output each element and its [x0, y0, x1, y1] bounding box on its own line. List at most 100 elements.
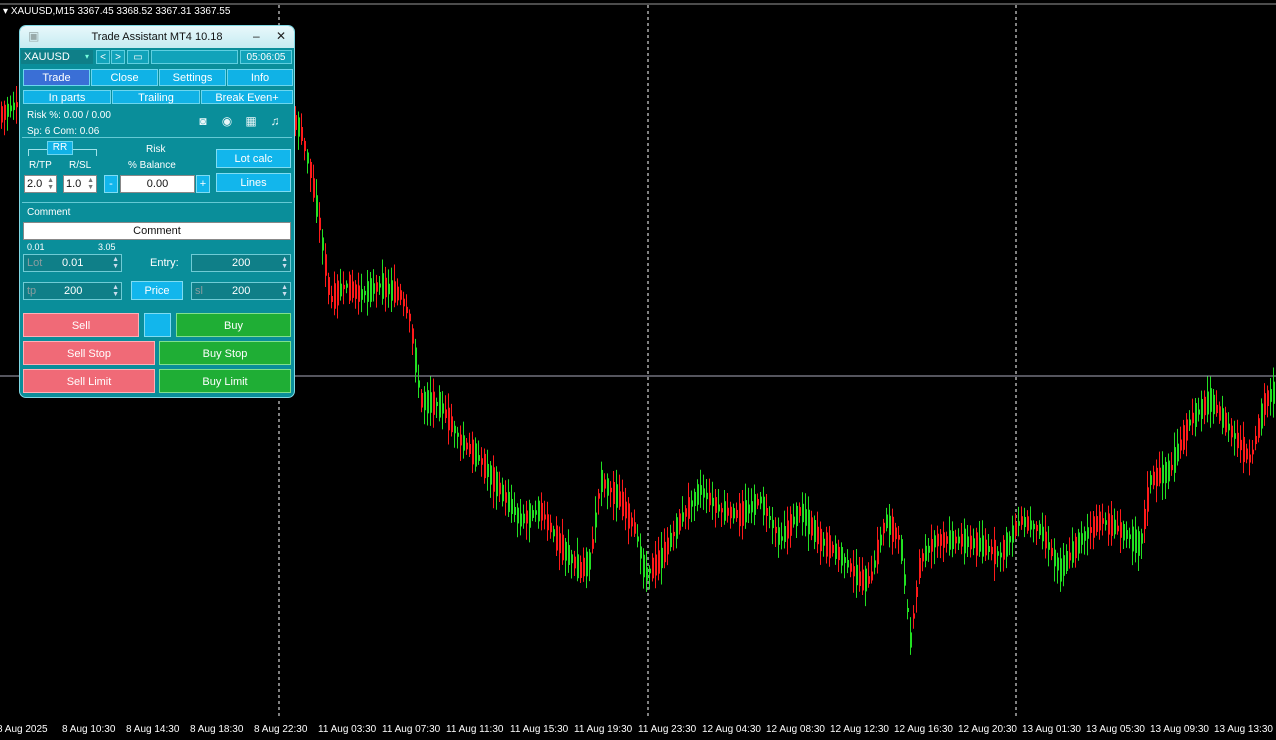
candle-body — [10, 105, 12, 112]
candle-body — [1201, 399, 1203, 419]
sell-stop-button[interactable]: Sell Stop — [23, 341, 155, 365]
lot-input[interactable]: Lot 0.01 ▲ ▼ — [23, 254, 122, 272]
calendar-icon[interactable]: ▦ — [244, 114, 258, 128]
candle-body — [976, 532, 978, 556]
candle-body — [1234, 433, 1236, 439]
tab-break-even[interactable]: Break Even+ — [201, 90, 293, 104]
candle-body — [7, 103, 9, 117]
risk-plus-button[interactable]: + — [196, 175, 210, 193]
candle-body — [988, 546, 990, 552]
candle-body — [709, 492, 711, 506]
candle-body — [1114, 519, 1116, 535]
folder-icon[interactable]: ▭ — [127, 50, 149, 64]
candle-body — [373, 283, 375, 294]
bell-icon[interactable]: ♫ — [268, 114, 282, 128]
candle-body — [844, 557, 846, 563]
candle-body — [757, 499, 759, 506]
candle-body — [1135, 529, 1137, 553]
candle-body — [922, 553, 924, 562]
candle-body — [754, 494, 756, 515]
tab-trailing[interactable]: Trailing — [112, 90, 200, 104]
lot-calc-button[interactable]: Lot calc — [216, 149, 291, 168]
candle-body — [856, 564, 858, 586]
candle-body — [502, 484, 504, 502]
buy-stop-button[interactable]: Buy Stop — [159, 341, 291, 365]
spinner-icon[interactable]: ▲ ▼ — [281, 256, 288, 270]
spinner-icon[interactable]: ▲ ▼ — [47, 177, 54, 191]
candle-body — [556, 525, 558, 551]
candle-body — [682, 512, 684, 522]
candle-body — [970, 535, 972, 550]
candle-body — [412, 328, 414, 344]
candle-body — [778, 527, 780, 545]
buy-button[interactable]: Buy — [176, 313, 291, 337]
buy-limit-button[interactable]: Buy Limit — [159, 369, 291, 393]
eye-icon[interactable]: ◉ — [220, 114, 234, 128]
candle-body — [331, 296, 333, 302]
candle-body — [1, 106, 3, 123]
candle-body — [406, 306, 408, 314]
risk-input[interactable]: 0.00 — [120, 175, 195, 193]
screenshot-icon[interactable]: ◙ — [196, 114, 210, 128]
candle-body — [1177, 443, 1179, 462]
candle-body — [547, 514, 549, 531]
candle-body — [1270, 389, 1272, 402]
tp-input[interactable]: tp 200 ▲ ▼ — [23, 282, 122, 300]
direction-toggle[interactable] — [144, 313, 171, 337]
price-button[interactable]: Price — [131, 281, 183, 300]
prev-symbol-button[interactable]: < — [96, 50, 110, 64]
rtp-input[interactable]: 2.0 ▲ ▼ — [24, 175, 57, 193]
symbol-select[interactable]: XAUUSD ▾ — [21, 50, 93, 64]
candle-body — [424, 391, 426, 411]
sl-input[interactable]: sl 200 ▲ ▼ — [191, 282, 291, 300]
candle-body — [460, 434, 462, 446]
spinner-icon[interactable]: ▲ ▼ — [281, 284, 288, 298]
sell-limit-button[interactable]: Sell Limit — [23, 369, 155, 393]
tab-in-parts[interactable]: In parts — [23, 90, 111, 104]
candle-body — [826, 532, 828, 557]
candle-body — [802, 503, 804, 523]
candle-body — [16, 102, 18, 108]
rsl-input[interactable]: 1.0 ▲ ▼ — [63, 175, 97, 193]
candle-body — [295, 115, 297, 130]
entry-input[interactable]: 200 ▲ ▼ — [191, 254, 291, 272]
candle-body — [943, 532, 945, 548]
candle-body — [379, 283, 381, 288]
candle-body — [427, 390, 429, 414]
candle-body — [1192, 412, 1194, 424]
risk-label: Risk — [146, 144, 166, 155]
candle-body — [346, 283, 348, 288]
candle-body — [382, 273, 384, 299]
panel-titlebar[interactable]: ▣ Trade Assistant MT4 10.18 – ✕ — [20, 26, 294, 48]
rr-button[interactable]: RR — [47, 141, 73, 155]
close-icon[interactable]: ✕ — [276, 29, 286, 43]
tab-settings[interactable]: Settings — [159, 69, 226, 86]
candle-body — [439, 391, 441, 418]
candle-body — [1168, 460, 1170, 482]
spinner-icon[interactable]: ▲ ▼ — [87, 177, 94, 191]
candle-body — [820, 528, 822, 552]
candle-body — [1009, 536, 1011, 543]
comment-input[interactable]: Comment — [23, 222, 291, 240]
minimize-icon[interactable]: – — [253, 29, 260, 43]
lines-button[interactable]: Lines — [216, 173, 291, 192]
sell-button[interactable]: Sell — [23, 313, 139, 337]
spinner-icon[interactable]: ▲ ▼ — [112, 284, 119, 298]
tab-close[interactable]: Close — [91, 69, 158, 86]
candle-body — [508, 491, 510, 513]
candle-body — [658, 550, 660, 574]
candle-body — [886, 514, 888, 529]
candle-body — [571, 554, 573, 564]
next-symbol-button[interactable]: > — [111, 50, 125, 64]
candle-body — [766, 508, 768, 516]
candle-body — [1102, 518, 1104, 524]
candle-body — [1186, 419, 1188, 441]
risk-minus-button[interactable]: - — [104, 175, 118, 193]
candle-body — [409, 313, 411, 322]
candle-body — [958, 536, 960, 544]
tab-info[interactable]: Info — [227, 69, 293, 86]
tab-trade[interactable]: Trade — [23, 69, 90, 86]
candle-body — [1084, 531, 1086, 541]
time-axis-label: 13 Aug 09:30 — [1150, 724, 1209, 735]
spinner-icon[interactable]: ▲ ▼ — [112, 256, 119, 270]
